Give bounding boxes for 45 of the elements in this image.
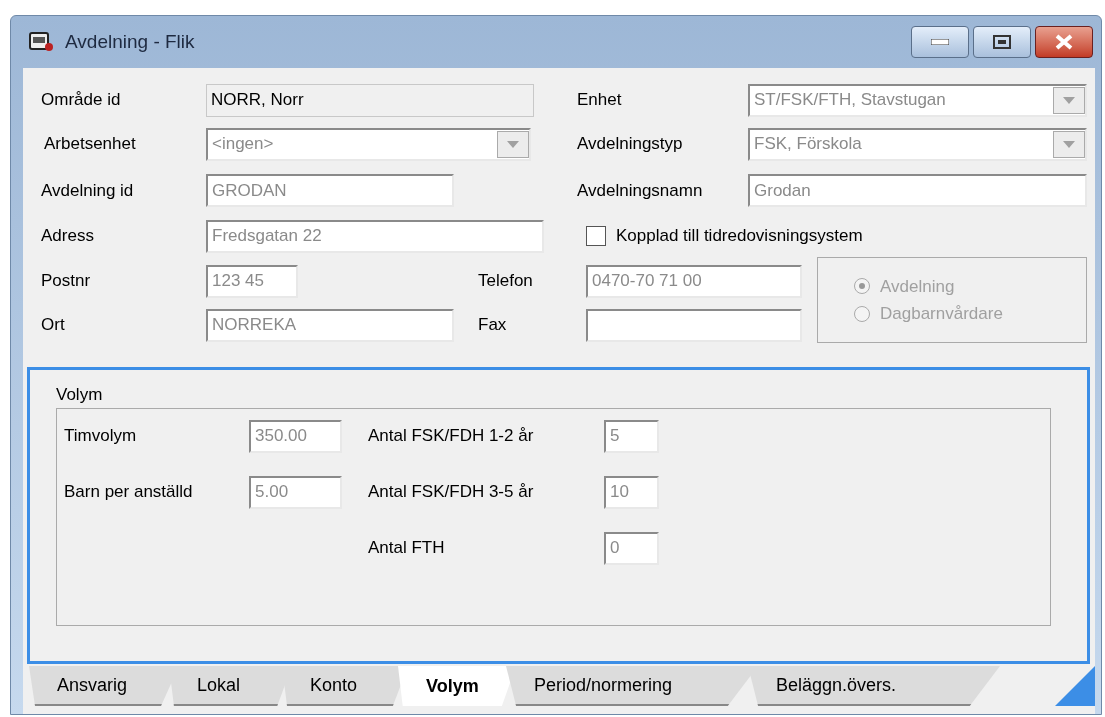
dropdown-field[interactable]: FSK, Förskola	[748, 127, 1087, 161]
field-label: Avdelning id	[41, 180, 134, 200]
field-label: Avdelningstyp	[577, 134, 683, 154]
minimize-icon	[931, 39, 949, 45]
text-field[interactable]: NORR, Norr	[206, 83, 534, 117]
text-field[interactable]: 0	[604, 531, 659, 565]
maximize-icon	[993, 35, 1011, 49]
maximize-button[interactable]	[973, 26, 1031, 58]
text-field[interactable]	[586, 308, 802, 342]
field-label: Enhet	[577, 90, 622, 110]
text-field[interactable]: 123 45	[206, 264, 298, 298]
dropdown-field[interactable]: <ingen>	[206, 127, 531, 161]
field-label: Barn per anställd	[64, 482, 193, 502]
field-label: Arbetsenhet	[44, 134, 136, 154]
field-label: Adress	[41, 226, 94, 246]
text-field[interactable]: 5.00	[249, 475, 342, 509]
field-label: Område id	[41, 90, 121, 110]
text-field[interactable]: 5	[604, 419, 659, 453]
field-label: Ort	[41, 315, 65, 335]
text-field[interactable]: Grodan	[748, 174, 1087, 207]
field-label: Avdelningsnamn	[577, 180, 703, 200]
checkbox[interactable]	[586, 226, 606, 246]
field-label: Postnr	[41, 271, 91, 291]
tab-scroll-corner	[1055, 666, 1095, 706]
app-icon	[27, 30, 55, 54]
tab[interactable]: Beläggn.övers.	[748, 666, 1000, 706]
close-icon	[1054, 34, 1074, 50]
text-field[interactable]: 0470-70 71 00	[586, 264, 802, 298]
field-label: Telefon	[478, 271, 533, 291]
close-button[interactable]	[1035, 26, 1093, 58]
field-label: Fax	[478, 315, 507, 335]
group-title: Volym	[56, 384, 104, 406]
text-field[interactable]: Fredsgatan 22	[206, 219, 544, 253]
text-field[interactable]: NORREKA	[206, 308, 454, 342]
dropdown-field[interactable]: ST/FSK/FTH, Stavstugan	[748, 83, 1087, 117]
field-label: Antal FSK/FDH 3-5 år	[368, 482, 534, 502]
window-title: Avdelning - Flik	[65, 29, 195, 54]
text-field[interactable]: 10	[604, 475, 659, 509]
field-label: Antal FTH	[368, 538, 445, 558]
field-label: Timvolym	[64, 426, 137, 446]
checkbox-label: Kopplad till tidredovisningsystem	[616, 225, 863, 248]
text-field[interactable]: 350.00	[249, 419, 342, 453]
minimize-button[interactable]	[911, 26, 969, 58]
field-label: Antal FSK/FDH 1-2 år	[368, 426, 534, 446]
text-field[interactable]: GRODAN	[206, 174, 454, 207]
